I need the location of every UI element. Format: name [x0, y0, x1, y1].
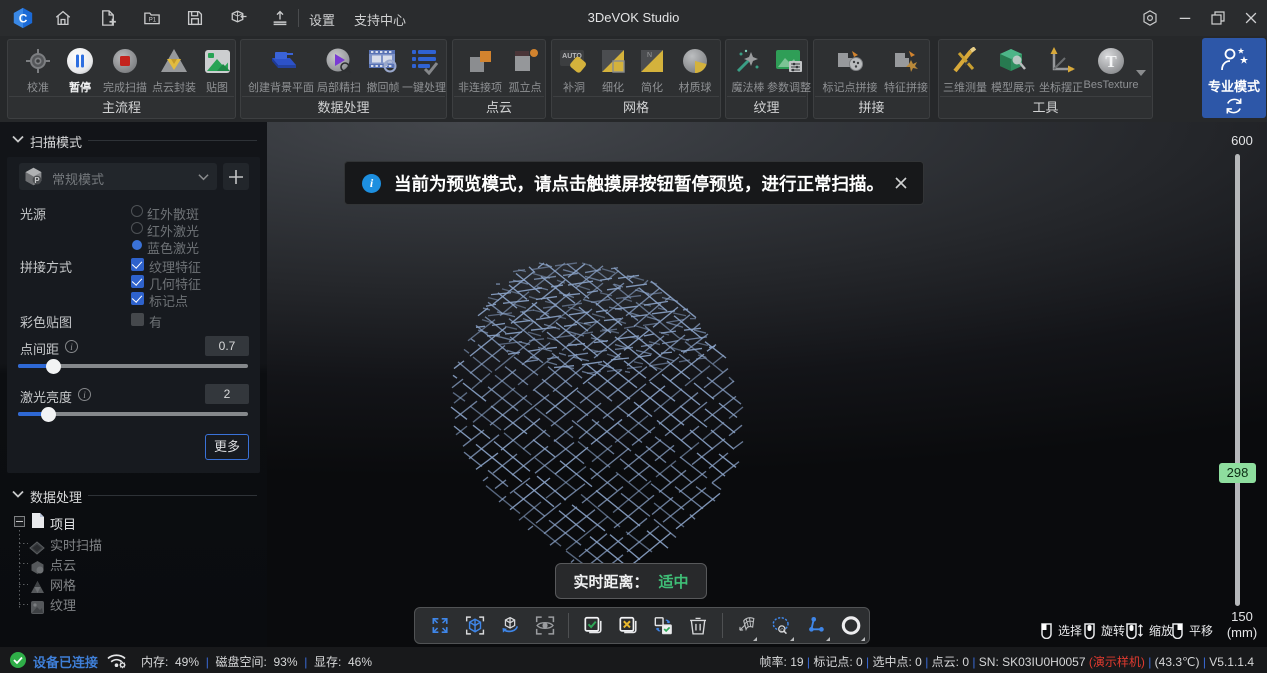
svg-text:N: N	[647, 52, 652, 59]
svg-text:Q: Q	[781, 627, 785, 632]
svg-text:T: T	[1105, 52, 1117, 71]
svg-text:P: P	[34, 176, 39, 185]
